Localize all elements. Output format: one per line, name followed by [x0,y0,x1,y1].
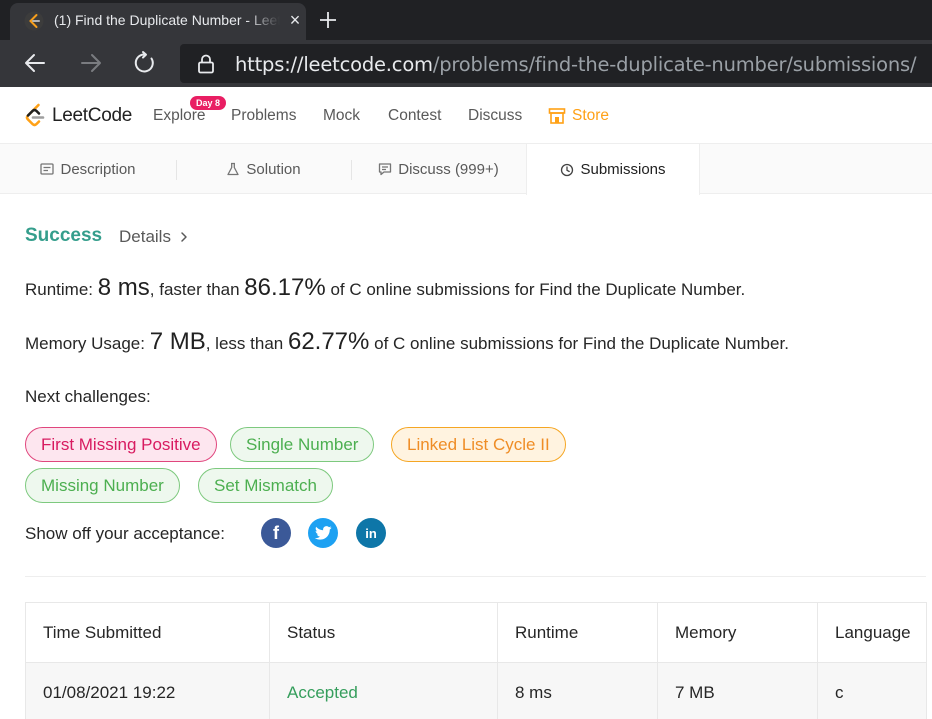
runtime-percent: 86.17% [244,274,326,301]
leetcode-favicon-icon [24,11,44,31]
challenge-chip[interactable]: Missing Number [25,468,180,503]
runtime-suffix: of C online submissions for Find the Dup… [330,280,746,299]
runtime-label: Runtime: [25,280,94,299]
linkedin-share-icon[interactable]: in [356,518,386,548]
nav-discuss[interactable]: Discuss [468,107,522,125]
reload-icon[interactable] [132,50,158,76]
tab-discuss-label: Discuss (999+) [398,160,499,178]
header-status[interactable]: Status [270,603,498,663]
tab-submissions-label: Submissions [580,161,666,178]
clock-icon [561,163,574,176]
runtime-stat: Runtime: 8 ms, faster than 86.17% of C o… [25,274,745,302]
nav-contest[interactable]: Contest [388,107,441,125]
nav-problems[interactable]: Problems [231,107,296,125]
submissions-table: Time Submitted Status Runtime Memory Lan… [25,602,927,719]
header-memory[interactable]: Memory [658,603,818,663]
new-tab-icon[interactable] [316,8,340,32]
memory-connector: , less than [205,334,284,353]
memory-percent: 62.77% [287,328,370,355]
explore-day-badge: Day 8 [190,96,227,110]
browser-tab-strip: (1) Find the Duplicate Number - LeetCode… [0,0,932,40]
share-label: Show off your acceptance: [25,524,226,543]
memory-suffix: of C online submissions for Find the Dup… [374,334,789,353]
lock-icon [198,54,214,74]
flask-icon [227,162,240,176]
runtime-connector: , faster than [149,280,240,299]
challenge-chip[interactable]: Set Mismatch [198,468,333,503]
back-arrow-icon[interactable] [22,50,48,76]
description-icon [40,163,55,175]
memory-value: 7 MB [149,328,206,355]
address-bar[interactable]: https://leetcode.com/problems/find-the-d… [180,44,932,83]
tab-discuss[interactable]: Discuss (999+) [351,144,526,194]
problem-tabs: Description Solution Discuss (999+) Subm… [0,144,932,195]
challenge-chip[interactable]: Single Number [230,427,375,462]
table-header-row: Time Submitted Status Runtime Memory Lan… [26,603,926,663]
cell-memory: 7 MB [658,663,818,719]
facebook-share-icon[interactable]: f [261,518,291,548]
tab-solution-label: Solution [246,160,301,178]
cell-language: c [835,683,844,702]
store-icon [548,108,566,124]
header-runtime[interactable]: Runtime [498,603,658,663]
forward-arrow-icon[interactable] [78,50,104,76]
url-text: https://leetcode.com/problems/find-the-d… [235,53,917,76]
table-row: 01/08/2021 19:22 Accepted 8 ms 7 MB c [26,663,926,719]
cell-status-accepted[interactable]: Accepted [270,663,498,719]
browser-toolbar: https://leetcode.com/problems/find-the-d… [0,40,932,87]
tab-description-label: Description [60,160,136,178]
tab-description[interactable]: Description [0,144,176,194]
twitter-share-icon[interactable] [308,518,338,548]
nav-mock[interactable]: Mock [323,107,360,125]
runtime-value: 8 ms [97,274,150,301]
cell-time-submitted: 01/08/2021 19:22 [26,663,270,719]
browser-tab[interactable]: (1) Find the Duplicate Number - LeetCode… [10,3,306,40]
tab-solution[interactable]: Solution [176,144,351,194]
header-time-submitted[interactable]: Time Submitted [26,603,270,663]
site-navbar: LeetCode Explore Day 8 Problems Mock Con… [0,87,932,144]
nav-store[interactable]: Store [572,107,609,125]
brand-name[interactable]: LeetCode [52,105,132,127]
browser-tab-title: (1) Find the Duplicate Number - LeetCode [54,12,280,28]
challenge-chip[interactable]: First Missing Positive [25,427,217,462]
leetcode-logo-icon[interactable] [24,103,46,129]
result-status: Success [25,225,103,246]
challenge-chip[interactable]: Linked List Cycle II [391,427,566,462]
header-language[interactable]: Language [818,603,928,663]
memory-label: Memory Usage: [25,334,145,353]
cell-runtime: 8 ms [498,663,658,719]
next-challenges-label: Next challenges: [25,387,151,406]
discuss-icon [379,163,392,176]
submission-result: Success Details Runtime: 8 ms, faster th… [0,194,932,719]
section-divider [25,576,926,577]
twitter-bird-icon [314,526,332,540]
memory-stat: Memory Usage: 7 MB, less than 62.77% of … [25,328,789,356]
details-link[interactable]: Details [119,227,171,247]
tab-submissions[interactable]: Submissions [526,144,700,195]
chevron-right-icon[interactable] [178,230,190,244]
tab-close-icon[interactable]: × [286,11,304,29]
